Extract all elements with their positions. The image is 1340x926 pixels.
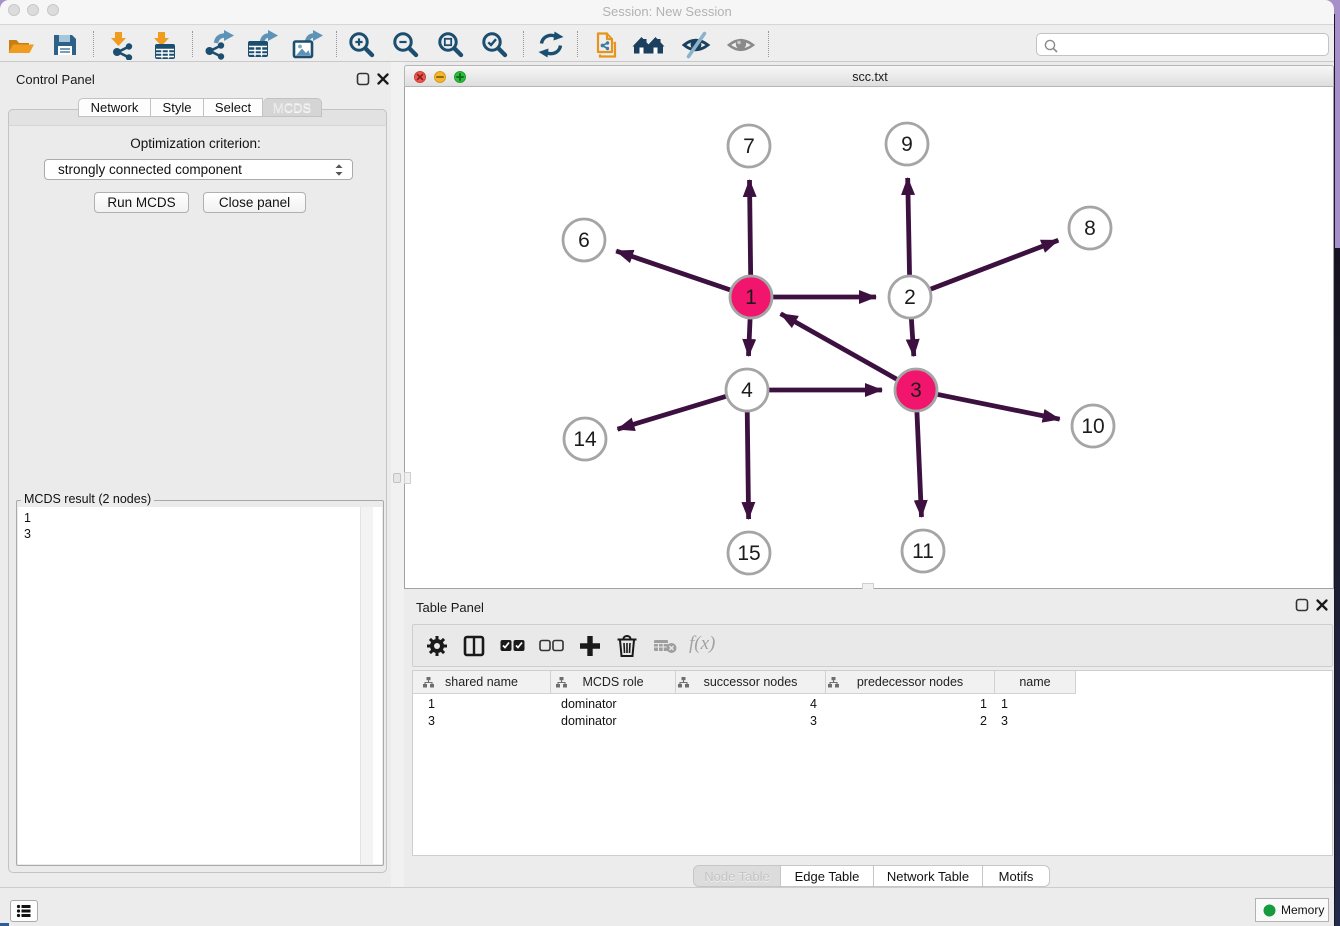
svg-text:7: 7 [743,135,755,158]
svg-text:11: 11 [912,540,934,563]
svg-text:10: 10 [1081,415,1104,438]
svg-text:2: 2 [904,286,916,309]
svg-text:1: 1 [745,286,757,309]
svg-text:15: 15 [737,542,760,565]
svg-text:14: 14 [573,428,597,451]
svg-text:4: 4 [741,379,753,402]
svg-text:8: 8 [1084,217,1096,240]
svg-text:9: 9 [901,133,913,156]
svg-text:6: 6 [578,229,590,252]
svg-text:3: 3 [910,379,922,402]
